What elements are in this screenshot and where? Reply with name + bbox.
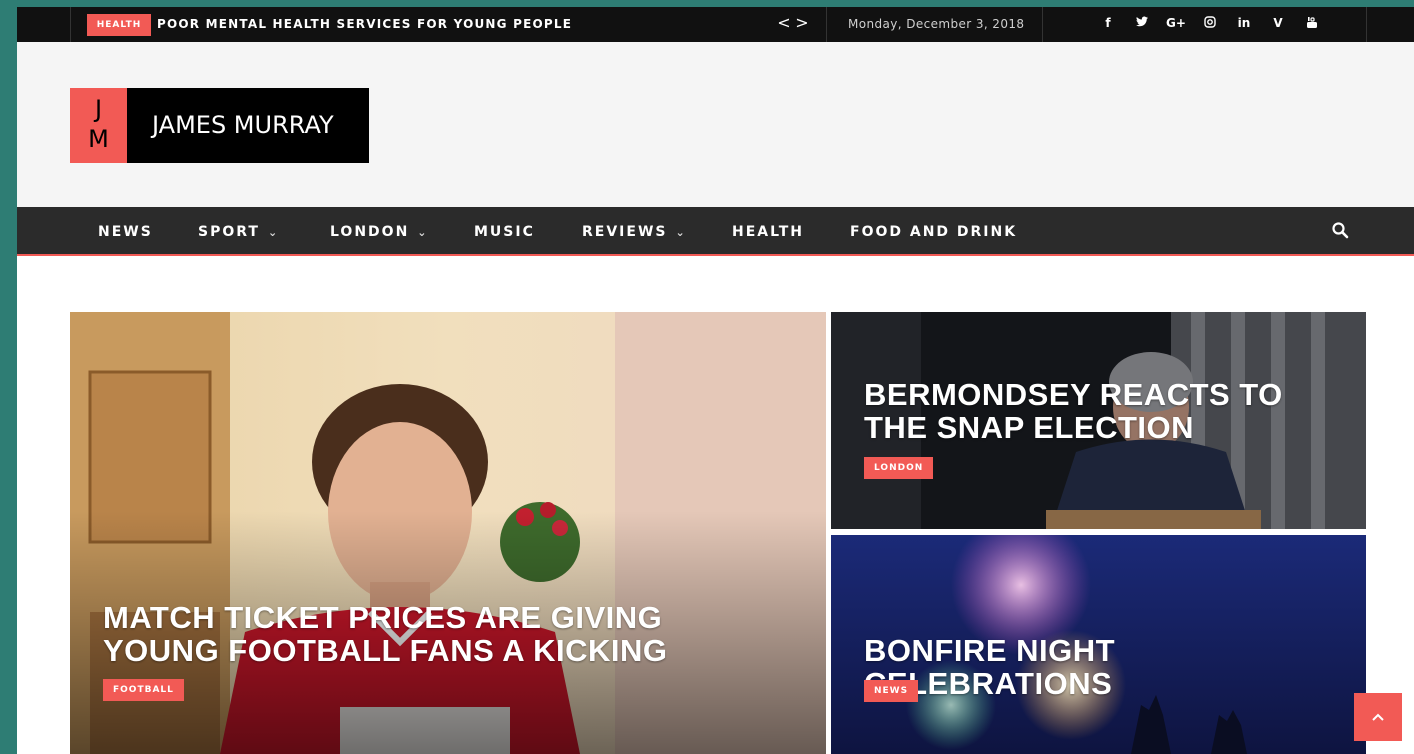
- nav-item-music[interactable]: MUSIC: [474, 224, 535, 240]
- article-title[interactable]: MATCH TICKET PRICES ARE GIVING YOUNG FOO…: [103, 601, 783, 667]
- twitter-icon[interactable]: [1125, 16, 1159, 32]
- nav-item-london[interactable]: LONDON ⌄: [330, 224, 427, 240]
- nav-item-label: FOOD AND DRINK: [850, 224, 1018, 240]
- article-title[interactable]: BERMONDSEY REACTS TO THE SNAP ELECTION: [864, 378, 1334, 444]
- chevron-down-icon: ⌄: [417, 226, 427, 239]
- nav-item-food-and-drink[interactable]: FOOD AND DRINK: [850, 224, 1017, 240]
- google-plus-icon[interactable]: G+: [1159, 16, 1193, 32]
- logo-mark: J M: [70, 88, 127, 163]
- category-badge[interactable]: FOOTBALL: [103, 679, 184, 701]
- nav-item-label: SPORT: [198, 224, 260, 240]
- vimeo-icon[interactable]: V: [1261, 16, 1295, 32]
- divider: [826, 7, 827, 42]
- search-icon[interactable]: [1331, 221, 1351, 241]
- ticker-next-button[interactable]: >: [793, 13, 811, 32]
- featured-article-main[interactable]: MATCH TICKET PRICES ARE GIVING YOUNG FOO…: [70, 312, 826, 754]
- main-navigation: NEWS SPORT ⌄ LONDON ⌄ MUSIC REVIEWS ⌄ HEALT…: [17, 207, 1414, 256]
- logo-mark-top: J: [94, 95, 103, 123]
- nav-item-label: MUSIC: [474, 224, 535, 240]
- nav-item-sport[interactable]: SPORT ⌄: [198, 224, 277, 240]
- ticker-category-badge[interactable]: HEALTH: [87, 14, 151, 36]
- current-date: Monday, December 3, 2018: [848, 17, 1025, 31]
- category-badge[interactable]: NEWS: [864, 680, 919, 702]
- nav-item-label: HEALTH: [732, 224, 804, 240]
- ticker-prev-button[interactable]: <: [775, 13, 793, 32]
- nav-item-reviews[interactable]: REVIEWS ⌄: [582, 224, 685, 240]
- nav-item-health[interactable]: HEALTH: [732, 224, 804, 240]
- facebook-icon[interactable]: f: [1091, 16, 1125, 32]
- logo-mark-bottom: M: [88, 125, 109, 153]
- site-header: J M JAMES MURRAY: [17, 42, 1414, 207]
- scroll-to-top-button[interactable]: [1354, 693, 1402, 741]
- featured-article-right-top[interactable]: BERMONDSEY REACTS TO THE SNAP ELECTION L…: [831, 312, 1366, 529]
- divider: [1366, 7, 1367, 42]
- nav-item-label: REVIEWS: [582, 224, 668, 240]
- article-title[interactable]: BONFIRE NIGHT CELEBRATIONS: [864, 634, 1354, 700]
- instagram-icon[interactable]: [1193, 16, 1227, 32]
- top-bar: HEALTH POOR MENTAL HEALTH SERVICES FOR Y…: [17, 7, 1414, 42]
- youtube-icon[interactable]: [1295, 16, 1329, 32]
- chevron-up-icon: [1372, 713, 1384, 721]
- ticker-headline[interactable]: POOR MENTAL HEALTH SERVICES FOR YOUNG PE…: [157, 17, 572, 31]
- browser-page: HEALTH POOR MENTAL HEALTH SERVICES FOR Y…: [17, 7, 1414, 754]
- nav-item-label: NEWS: [98, 224, 153, 240]
- ticker-nav: < >: [775, 13, 811, 32]
- site-logo[interactable]: J M JAMES MURRAY: [70, 88, 369, 163]
- linkedin-icon[interactable]: in: [1227, 16, 1261, 32]
- chevron-down-icon: ⌄: [675, 226, 685, 239]
- divider: [70, 7, 71, 42]
- category-badge[interactable]: LONDON: [864, 457, 934, 479]
- social-links: f G+ in V: [1091, 16, 1329, 32]
- featured-article-right-bottom[interactable]: BONFIRE NIGHT CELEBRATIONS NEWS: [831, 535, 1366, 754]
- logo-name: JAMES MURRAY: [152, 111, 334, 139]
- divider: [1042, 7, 1043, 42]
- nav-item-label: LONDON: [330, 224, 410, 240]
- chevron-down-icon: ⌄: [267, 226, 278, 239]
- nav-item-news[interactable]: NEWS: [98, 224, 153, 240]
